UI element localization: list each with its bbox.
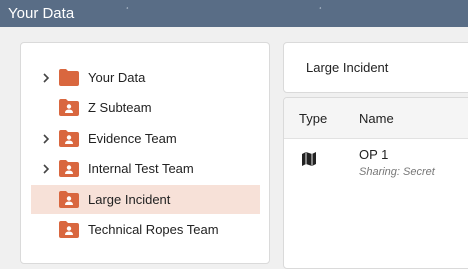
- column-header-name[interactable]: Name: [359, 111, 394, 126]
- chevron-right-icon[interactable]: [41, 164, 51, 174]
- tree-item-internal-test-team[interactable]: Internal Test Team: [31, 154, 260, 183]
- cut-off-text-fragment: ¸: [319, 0, 322, 9]
- tree-item-label: Technical Ropes Team: [88, 222, 219, 237]
- cut-off-text-fragment: ¸: [126, 0, 129, 9]
- tree-item-label: Evidence Team: [88, 131, 177, 146]
- folder-tree-panel: Your Data Z Subteam Evidence Team Intern: [20, 42, 270, 264]
- tree-item-label: Your Data: [88, 70, 146, 85]
- table-row[interactable]: OP 1 Sharing: Secret: [284, 139, 468, 189]
- team-folder-icon: [59, 191, 79, 208]
- tree-item-evidence-team[interactable]: Evidence Team: [31, 124, 260, 153]
- tree-item-label: Z Subteam: [88, 100, 152, 115]
- row-name: OP 1: [359, 147, 389, 162]
- tree-item-label: Large Incident: [88, 192, 171, 207]
- team-folder-icon: [59, 99, 79, 116]
- title-bar: Your Data ¸ ¸: [0, 0, 468, 27]
- detail-title: Large Incident: [306, 60, 389, 75]
- data-table: Type Name OP 1 Sharing: Secret: [283, 97, 468, 269]
- team-folder-icon: [59, 221, 79, 238]
- chevron-right-icon[interactable]: [41, 134, 51, 144]
- column-header-type[interactable]: Type: [299, 111, 327, 126]
- team-folder-icon: [59, 130, 79, 147]
- tree-item-z-subteam[interactable]: Z Subteam: [31, 93, 260, 122]
- tree-item-label: Internal Test Team: [88, 161, 194, 176]
- folder-icon: [59, 69, 79, 86]
- row-sharing-status: Sharing: Secret: [359, 166, 435, 178]
- window-title: Your Data: [8, 5, 75, 22]
- map-icon: [302, 152, 316, 166]
- tree-item-large-incident[interactable]: Large Incident: [31, 185, 260, 214]
- tree-item-technical-ropes-team[interactable]: Technical Ropes Team: [31, 215, 260, 244]
- tree-item-your-data[interactable]: Your Data: [31, 63, 260, 92]
- chevron-right-icon[interactable]: [41, 73, 51, 83]
- team-folder-icon: [59, 160, 79, 177]
- detail-header-panel: Large Incident: [283, 42, 468, 93]
- table-header: Type Name: [284, 98, 468, 139]
